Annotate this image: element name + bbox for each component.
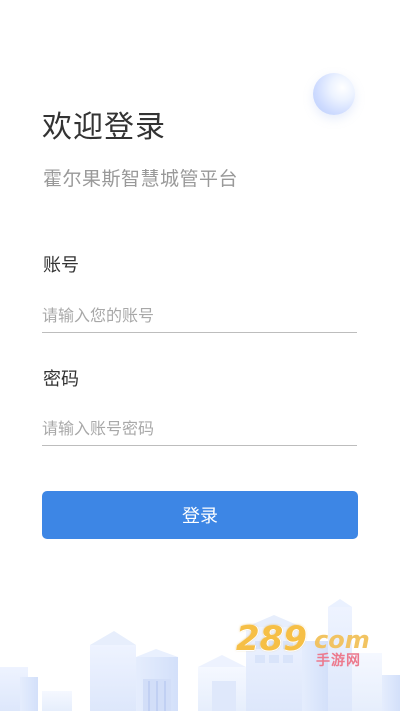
password-input[interactable] — [42, 412, 357, 446]
page-title: 欢迎登录 — [42, 110, 166, 145]
decorative-orb-icon — [313, 73, 355, 115]
watermark-tag: 手游网 — [316, 653, 361, 669]
watermark-logo: 289 com 手游网 — [236, 621, 376, 673]
account-label: 账号 — [43, 255, 79, 276]
platform-subtitle: 霍尔果斯智慧城管平台 — [43, 168, 239, 190]
password-label: 密码 — [43, 369, 79, 390]
login-button[interactable]: 登录 — [42, 491, 358, 539]
left-cluster — [0, 631, 178, 711]
watermark-brand: 289 — [236, 619, 307, 659]
watermark-domain: com — [314, 626, 370, 654]
account-input[interactable] — [42, 299, 357, 333]
